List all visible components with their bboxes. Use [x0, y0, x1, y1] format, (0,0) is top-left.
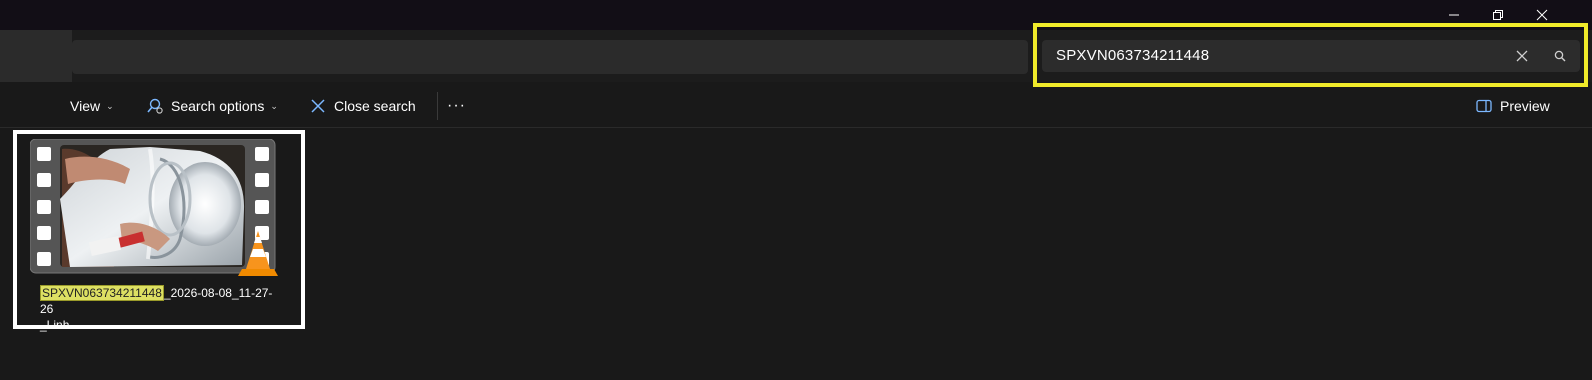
minimize-icon — [1449, 14, 1459, 16]
restore-icon — [1493, 10, 1503, 20]
search-options-label: Search options — [171, 98, 265, 114]
search-match-highlight: SPXVN063734211448 — [40, 285, 164, 301]
address-bar[interactable] — [72, 40, 1028, 74]
close-icon — [1536, 9, 1548, 21]
command-bar: View ⌄ Search options ⌄ Close search ···… — [0, 84, 1592, 128]
preview-button[interactable]: Preview — [1476, 84, 1550, 128]
search-options-icon — [147, 98, 163, 114]
chevron-down-icon: ⌄ — [270, 100, 278, 111]
close-icon — [311, 99, 325, 113]
preview-label: Preview — [1500, 98, 1550, 114]
view-button[interactable]: View ⌄ — [70, 84, 114, 128]
video-frame-image — [60, 145, 245, 267]
more-icon: ··· — [447, 97, 466, 114]
toolbar-separator — [437, 92, 438, 120]
close-search-label: Close search — [334, 98, 416, 114]
nav-buttons-area — [0, 30, 72, 82]
search-options-button[interactable]: Search options ⌄ — [146, 84, 278, 128]
search-highlight-frame — [1033, 23, 1588, 87]
more-options-button[interactable]: ··· — [447, 84, 466, 128]
file-name-line2: _Linh — [40, 318, 70, 332]
preview-pane-icon — [1476, 99, 1492, 113]
view-label: View — [70, 98, 101, 114]
chevron-down-icon: ⌄ — [106, 100, 114, 111]
toolbar-divider — [0, 127, 1592, 128]
close-search-button[interactable]: Close search — [310, 84, 416, 128]
video-thumbnail[interactable] — [30, 139, 283, 279]
file-name-label: SPXVN063734211448 _2026-08-08_11-27-26 _L… — [40, 285, 280, 333]
